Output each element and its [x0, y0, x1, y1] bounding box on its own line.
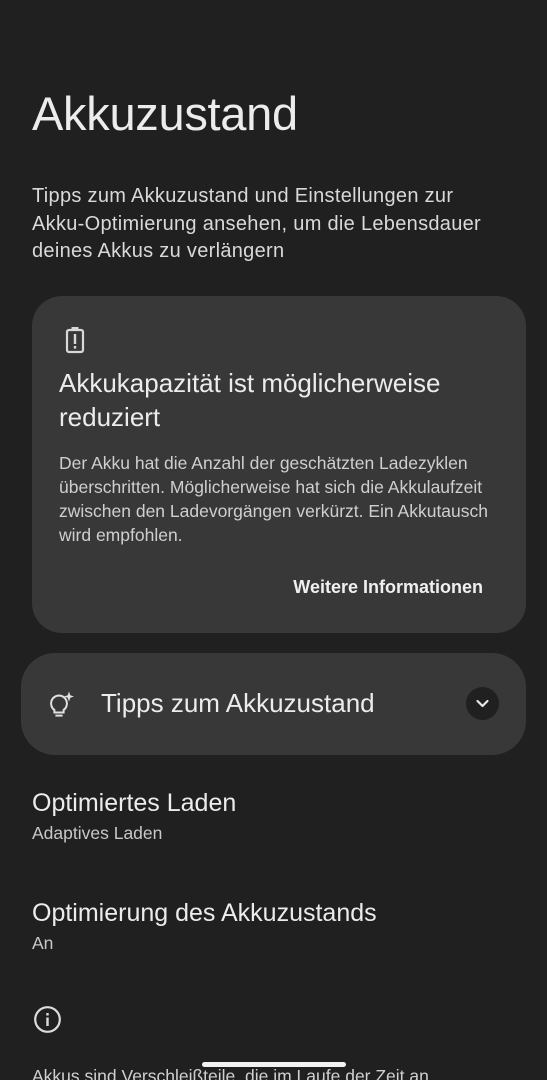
setting-subtitle: Adaptives Laden: [32, 823, 163, 843]
page-title: Akkuzustand: [32, 87, 298, 140]
alert-body: Der Akku hat die Anzahl der geschätzten …: [59, 453, 489, 545]
lightbulb-sparkle-icon: [50, 691, 74, 717]
tips-label: Tipps zum Akkuzustand: [101, 688, 375, 718]
setting-title: Optimierung des Akkuzustands: [32, 899, 377, 927]
battery-health-screen: Akkuzustand Tipps zum Akkuzustand und Ei…: [0, 0, 547, 1080]
home-indicator[interactable]: [202, 1062, 346, 1067]
battery-health-optimization-setting[interactable]: Optimierung des Akkuzustands An: [32, 897, 512, 955]
chevron-down-icon[interactable]: [466, 687, 499, 720]
setting-subtitle: An: [32, 933, 54, 953]
more-info-link[interactable]: Weitere Informationen: [293, 577, 483, 598]
alert-title: Akkukapazität ist möglicherweise reduzie…: [59, 368, 441, 432]
battery-alert-icon: [65, 327, 85, 354]
battery-tips-expander[interactable]: Tipps zum Akkuzustand: [21, 653, 526, 755]
battery-capacity-alert-card: Akkukapazität ist möglicherweise reduzie…: [32, 296, 526, 633]
setting-title: Optimiertes Laden: [32, 789, 237, 817]
info-icon: [34, 1006, 61, 1033]
optimized-charging-setting[interactable]: Optimiertes Laden Adaptives Laden: [32, 787, 512, 845]
page-description: Tipps zum Akkuzustand und Einstellungen …: [32, 185, 482, 262]
